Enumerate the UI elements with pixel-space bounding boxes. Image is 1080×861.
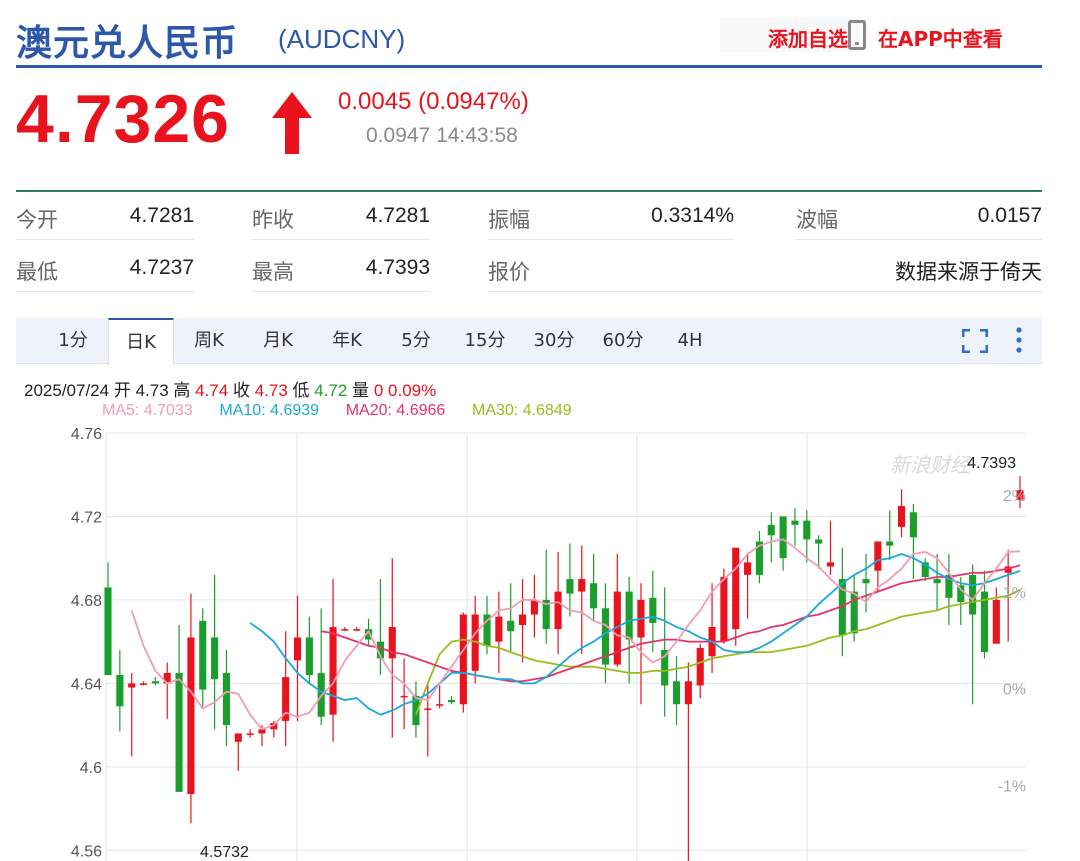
candle-body: [732, 547, 740, 630]
candle-body: [293, 637, 302, 661]
pct-tick-label: 0%: [1003, 682, 1026, 699]
watermark-text: 新浪财经: [890, 455, 972, 477]
max-price-label: 4.7393: [967, 455, 1016, 472]
candle-body: [353, 629, 361, 631]
pct-tick-label: 1%: [1003, 585, 1026, 602]
y-tick-label: 4.68: [71, 593, 102, 610]
candle-body: [424, 708, 432, 710]
candle-body: [886, 541, 894, 546]
candle-body: [566, 579, 574, 594]
y-tick-label: 4.56: [71, 843, 102, 860]
candle-body: [744, 562, 752, 575]
candle-body: [305, 637, 313, 676]
candle-body: [874, 541, 882, 571]
y-tick-label: 4.76: [71, 426, 102, 443]
candle-body: [530, 599, 538, 615]
y-tick-label: 4.64: [71, 676, 102, 693]
candle-body: [767, 524, 775, 536]
candle-body: [578, 579, 586, 592]
candle-body: [933, 579, 941, 584]
candle-body: [590, 583, 598, 609]
candle-body: [898, 506, 906, 527]
candle-body: [625, 591, 633, 640]
candle-body: [507, 620, 515, 632]
candle-body: [329, 627, 337, 715]
candle-body: [246, 733, 254, 735]
candle-body: [969, 574, 977, 615]
candle-body: [459, 614, 467, 705]
pct-tick-label: 2%: [1003, 488, 1026, 505]
candle-body: [909, 512, 917, 538]
candle-body: [696, 647, 704, 686]
candle-body: [175, 672, 183, 792]
candle-body: [128, 683, 136, 688]
candle-body: [720, 576, 728, 642]
candle-body: [850, 591, 858, 634]
candlestick-chart[interactable]: 新浪财经 4.764.724.684.644.64.562%1%0%-1%-2%…: [0, 0, 1080, 861]
candle-body: [234, 733, 242, 742]
candle-body: [672, 681, 681, 705]
candle-body: [447, 700, 456, 703]
candle-body: [791, 520, 799, 525]
candle-body: [139, 683, 148, 685]
candle-body: [684, 681, 692, 705]
candle-body: [554, 591, 562, 630]
candle-body: [187, 637, 195, 794]
y-tick-label: 4.72: [71, 509, 102, 526]
candle-body: [116, 675, 124, 707]
candle-body: [826, 562, 835, 567]
candle-body: [104, 587, 112, 676]
candle-body: [992, 599, 1000, 644]
candle-body: [803, 520, 811, 540]
candle-body: [400, 695, 408, 698]
candle-body: [649, 597, 657, 623]
candle-body: [862, 579, 870, 584]
candle-body: [222, 672, 230, 726]
candle-body: [495, 616, 503, 642]
candle-body: [199, 620, 207, 690]
candle-body: [518, 614, 527, 625]
y-tick-label: 4.6: [80, 760, 102, 777]
min-price-label: 4.5732: [200, 844, 249, 861]
candle-body: [436, 704, 444, 706]
candle-body: [341, 629, 349, 631]
pct-tick-label: -1%: [998, 778, 1026, 795]
candle-body: [211, 637, 219, 680]
candle-body: [779, 516, 787, 559]
candle-body: [151, 681, 159, 684]
candle-body: [388, 627, 396, 659]
candle-body: [957, 585, 965, 603]
candle-body: [815, 539, 823, 544]
